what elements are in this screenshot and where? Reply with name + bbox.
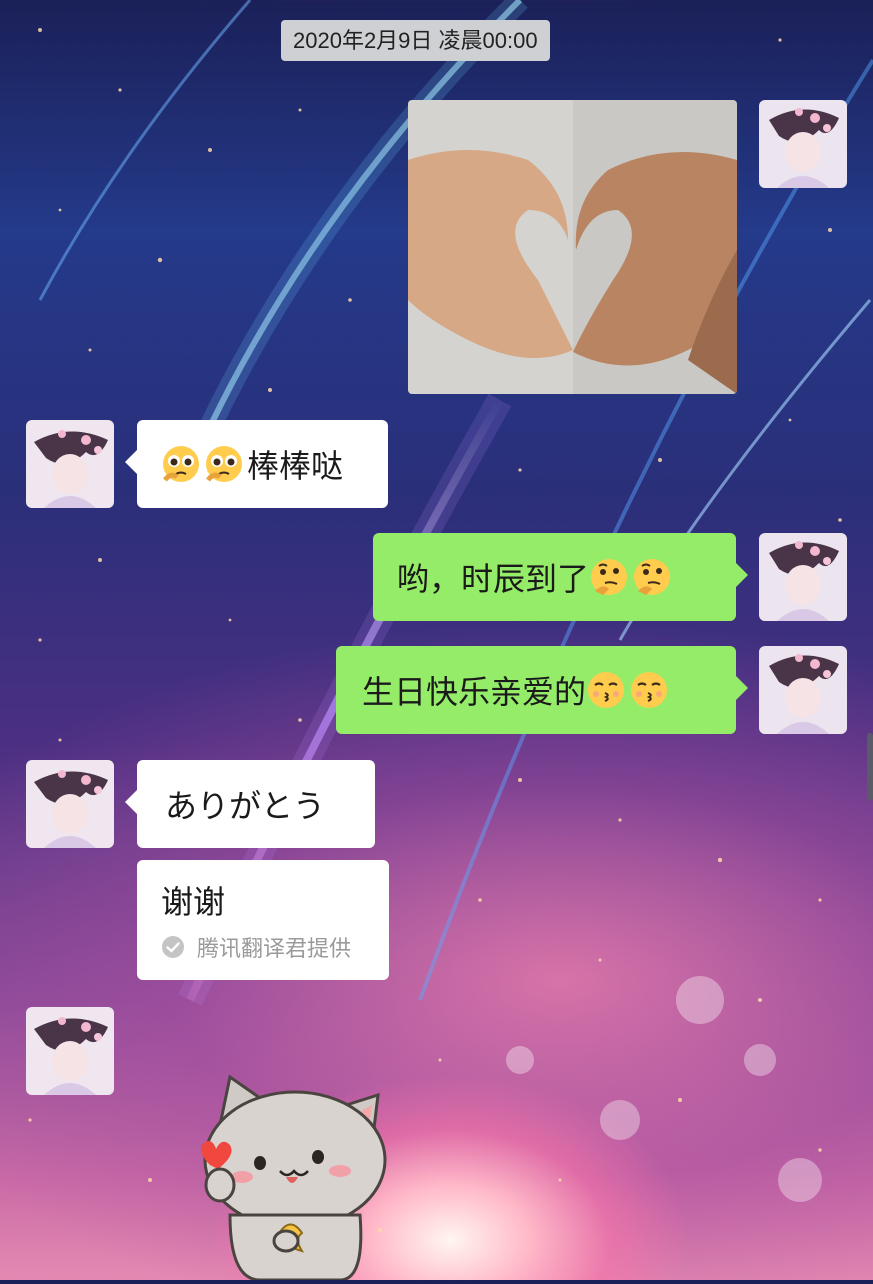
- translation-card[interactable]: 谢谢 腾讯翻译君提供: [137, 860, 389, 980]
- avatar-anime-girl-icon: [26, 420, 114, 508]
- hands-heart-image: [408, 100, 737, 394]
- cat-sticker-icon: [201, 1074, 387, 1282]
- message-text: 生日快乐亲爱的: [362, 673, 587, 711]
- bubble-tail: [125, 790, 137, 814]
- bubble-tail: [736, 676, 748, 700]
- translated-text: 谢谢: [161, 883, 226, 921]
- cat-sticker[interactable]: [190, 1065, 400, 1282]
- message-text: 棒棒哒: [247, 447, 344, 485]
- message-timestamp: 2020年2月9日 凌晨00:00: [281, 20, 550, 61]
- check-circle-icon: [162, 936, 184, 958]
- shared-photo-hands-heart[interactable]: [408, 100, 737, 394]
- avatar-anime-girl-icon: [26, 760, 114, 848]
- scrollbar-thumb[interactable]: [867, 733, 873, 801]
- bubble-tail: [125, 450, 137, 474]
- thinking-face-icon: [591, 559, 628, 595]
- message-bubble-outgoing[interactable]: 生日快乐亲爱的: [336, 646, 748, 734]
- contact-avatar[interactable]: [26, 760, 114, 848]
- translation-provider: 腾讯翻译君提供: [161, 931, 351, 963]
- my-avatar[interactable]: [759, 533, 847, 621]
- kissing-face-icon: [631, 672, 668, 708]
- message-bubble-incoming[interactable]: ありがとう: [125, 760, 375, 848]
- contact-avatar[interactable]: [26, 420, 114, 508]
- message-text: ありがとう: [165, 787, 326, 825]
- message-text: 哟，时辰到了: [397, 560, 590, 598]
- avatar-anime-girl-icon: [26, 1007, 114, 1095]
- kissing-face-icon: [588, 672, 625, 708]
- bubble-tail: [736, 563, 748, 587]
- my-avatar[interactable]: [759, 646, 847, 734]
- avatar-anime-girl-icon: [759, 646, 847, 734]
- message-bubble-outgoing[interactable]: 哟，时辰到了: [373, 533, 748, 621]
- pleading-face-icon: [163, 446, 199, 482]
- contact-avatar[interactable]: [26, 1007, 114, 1095]
- pleading-face-icon: [206, 446, 242, 482]
- thinking-face-icon: [634, 559, 671, 595]
- translation-provider-label: 腾讯翻译君提供: [197, 937, 352, 962]
- my-avatar[interactable]: [759, 100, 847, 188]
- avatar-anime-girl-icon: [759, 533, 847, 621]
- message-bubble-incoming[interactable]: 棒棒哒: [125, 420, 388, 508]
- avatar-anime-girl-icon: [759, 100, 847, 188]
